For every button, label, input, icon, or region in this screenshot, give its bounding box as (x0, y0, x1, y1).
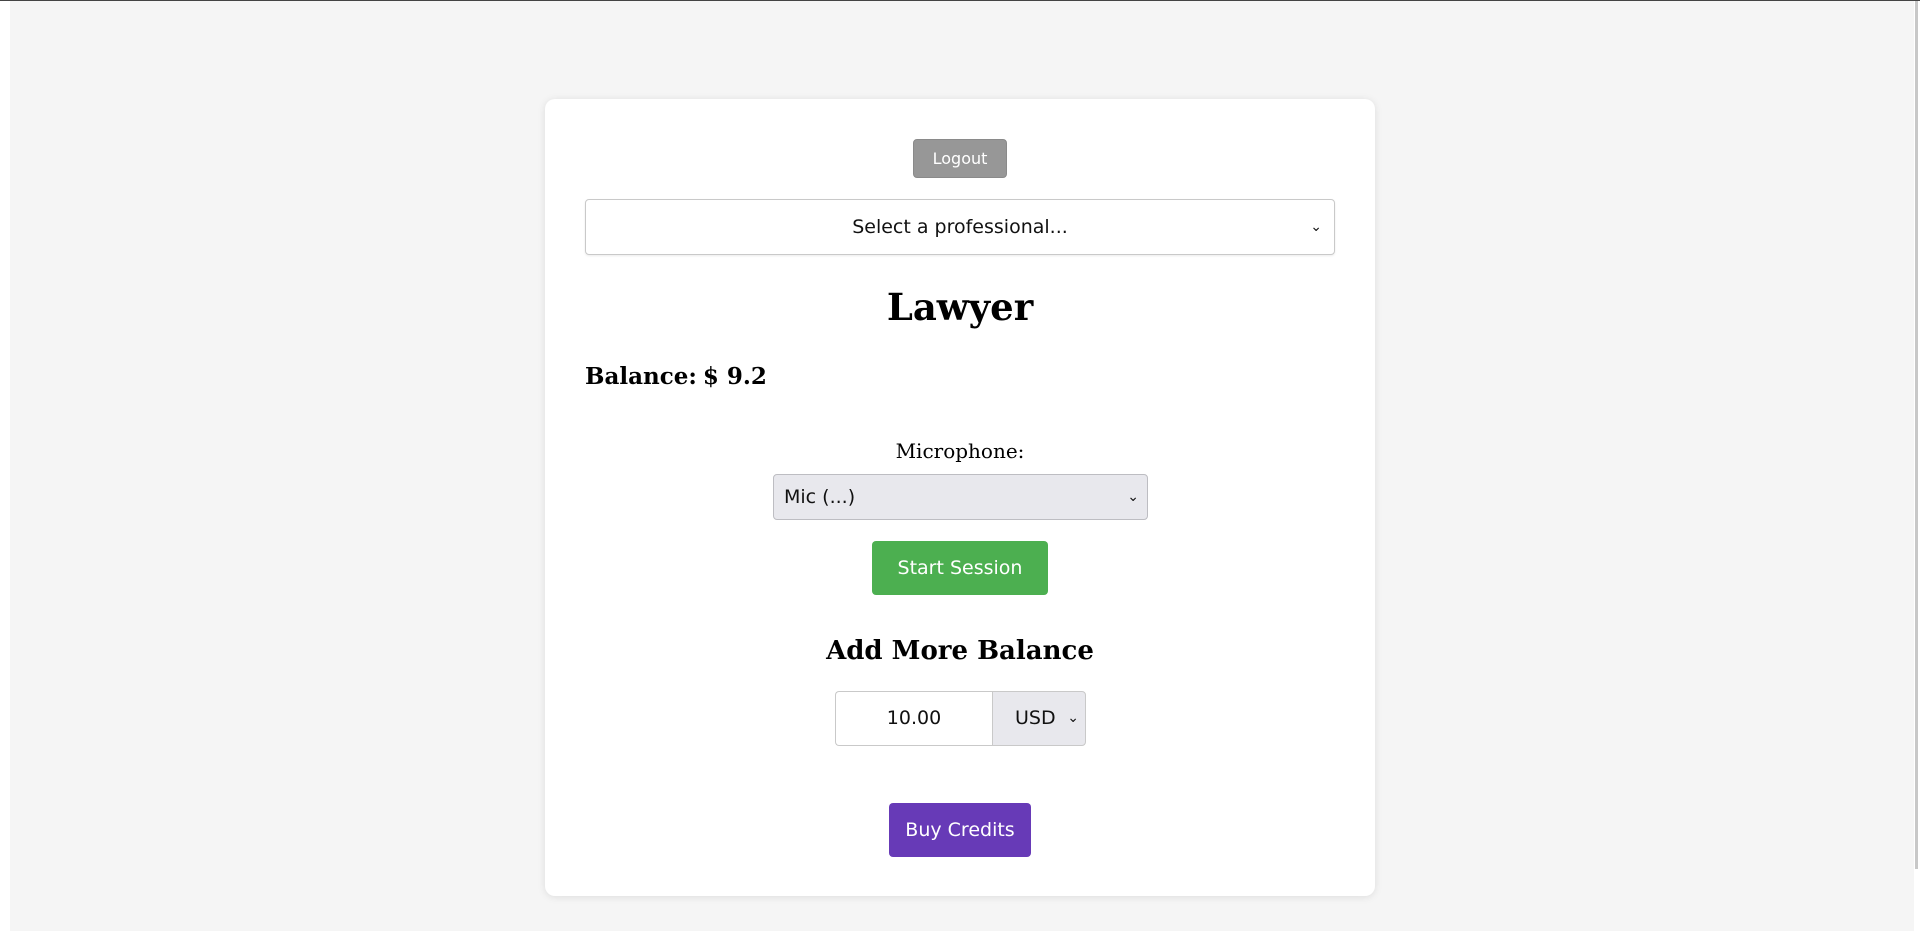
microphone-select-value: Mic (...) (784, 486, 856, 508)
main-card: Logout Select a professional... ⌄ Lawyer… (545, 99, 1375, 896)
logout-button[interactable]: Logout (913, 139, 1007, 178)
chevron-down-icon: ⌄ (1067, 710, 1079, 726)
page-title: Lawyer (886, 285, 1034, 329)
microphone-select[interactable]: Mic (...) ⌄ (773, 474, 1148, 520)
currency-select[interactable]: USD ⌄ (992, 691, 1086, 746)
balance-display: Balance: $ 9.2 (585, 363, 767, 390)
balance-label: Balance: (585, 363, 697, 390)
balance-value: $ 9.2 (702, 363, 767, 390)
buy-credits-button[interactable]: Buy Credits (889, 803, 1031, 857)
currency-select-value: USD (1015, 707, 1056, 729)
chevron-down-icon: ⌄ (1127, 489, 1139, 505)
start-session-button[interactable]: Start Session (872, 541, 1048, 595)
chevron-down-icon: ⌄ (1310, 219, 1322, 235)
scrollbar-thumb[interactable] (1915, 1, 1918, 869)
professional-select[interactable]: Select a professional... ⌄ (585, 199, 1335, 255)
add-balance-heading: Add More Balance (826, 636, 1094, 666)
amount-input[interactable]: 10.00 (835, 691, 992, 746)
microphone-label: Microphone: (895, 439, 1025, 463)
professional-select-value: Select a professional... (852, 216, 1068, 238)
